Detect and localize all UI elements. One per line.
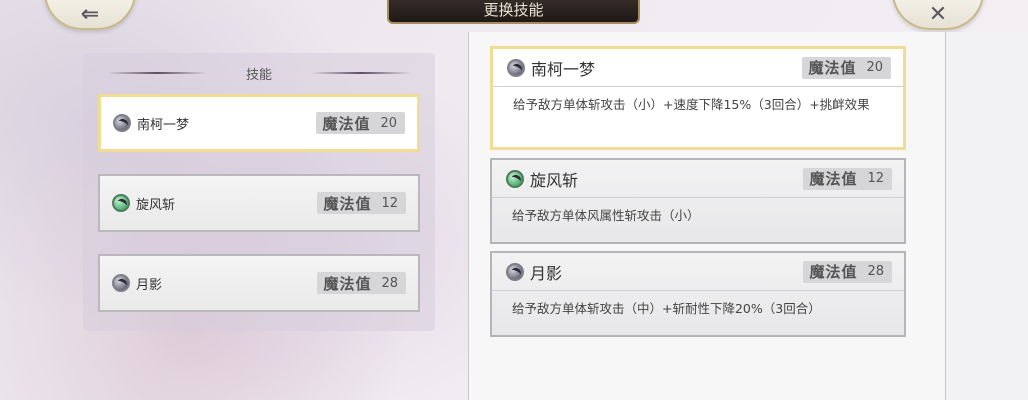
- skill-detail-card-3[interactable]: 月影 魔法值 28 给予敌方单体斩攻击（中）+斩耐性下降20%（3回合）: [490, 251, 906, 337]
- mp-label: 魔法值: [808, 59, 857, 77]
- skill-name: 旋风斩: [136, 197, 176, 213]
- skill-description: 给予敌方单体斩攻击（小）+速度下降15%（3回合）+挑衅效果: [513, 97, 870, 112]
- close-icon: ✕: [928, 1, 948, 27]
- ornament-right: [311, 72, 411, 74]
- skill-detail-header: 南柯一梦 魔法值 20: [493, 49, 903, 87]
- skill-detail-header: 旋风斩 魔法值 12: [492, 160, 904, 198]
- skill-orb-icon: [112, 194, 130, 212]
- mp-tag: 魔法值 20: [316, 112, 405, 134]
- mp-tag: 魔法值 28: [803, 260, 892, 283]
- skill-orb-icon: [506, 262, 524, 281]
- skill-list-header: 技能: [83, 61, 435, 85]
- skill-list-title: 技能: [245, 67, 272, 83]
- mp-value: 20: [866, 60, 883, 75]
- skill-name: 南柯一梦: [531, 59, 596, 79]
- mp-label: 魔法值: [809, 170, 858, 188]
- mp-tag: 魔法值 12: [803, 167, 892, 190]
- mp-label: 魔法值: [322, 114, 371, 133]
- ornament-left: [107, 72, 207, 74]
- mp-value: 20: [380, 115, 397, 131]
- mp-value: 12: [867, 171, 884, 186]
- skill-orb-icon: [506, 169, 524, 188]
- mp-value: 28: [381, 275, 398, 291]
- skill-description: 给予敌方单体斩攻击（中）+斩耐性下降20%（3回合）: [512, 301, 821, 316]
- mp-label: 魔法值: [809, 263, 858, 281]
- close-button[interactable]: ✕: [892, 0, 984, 30]
- mp-value: 28: [867, 264, 884, 279]
- skill-slot-1[interactable]: 南柯一梦 魔法值 20: [98, 94, 420, 152]
- skill-detail-header: 月影 魔法值 28: [492, 253, 904, 291]
- title-banner: 更换技能: [387, 0, 640, 24]
- skill-name: 月影: [530, 263, 563, 283]
- skill-name: 旋风斩: [530, 170, 579, 190]
- mp-tag: 魔法值 20: [802, 56, 891, 79]
- skill-slot-3[interactable]: 月影 魔法值 28: [98, 254, 420, 312]
- skill-detail-card-2[interactable]: 旋风斩 魔法值 12 给予敌方单体风属性斩攻击（小）: [490, 158, 906, 244]
- skill-name: 南柯一梦: [137, 117, 190, 133]
- arrow-left-icon: ⇐: [80, 1, 100, 27]
- mp-label: 魔法值: [323, 274, 372, 293]
- skill-name: 月影: [136, 277, 163, 293]
- mp-value: 12: [381, 195, 398, 211]
- mp-label: 魔法值: [323, 194, 372, 213]
- right-margin: [946, 32, 1028, 400]
- skill-description: 给予敌方单体风属性斩攻击（小）: [512, 208, 700, 223]
- skill-detail-card-1[interactable]: 南柯一梦 魔法值 20 给予敌方单体斩攻击（小）+速度下降15%（3回合）+挑衅…: [490, 46, 906, 150]
- skill-orb-icon: [112, 274, 130, 292]
- skill-slot-2[interactable]: 旋风斩 魔法值 12: [98, 174, 420, 232]
- skill-orb-icon: [113, 114, 131, 132]
- page-title: 更换技能: [483, 0, 544, 19]
- mp-tag: 魔法值 12: [317, 192, 406, 214]
- skill-orb-icon: [507, 58, 525, 77]
- mp-tag: 魔法值 28: [317, 272, 406, 294]
